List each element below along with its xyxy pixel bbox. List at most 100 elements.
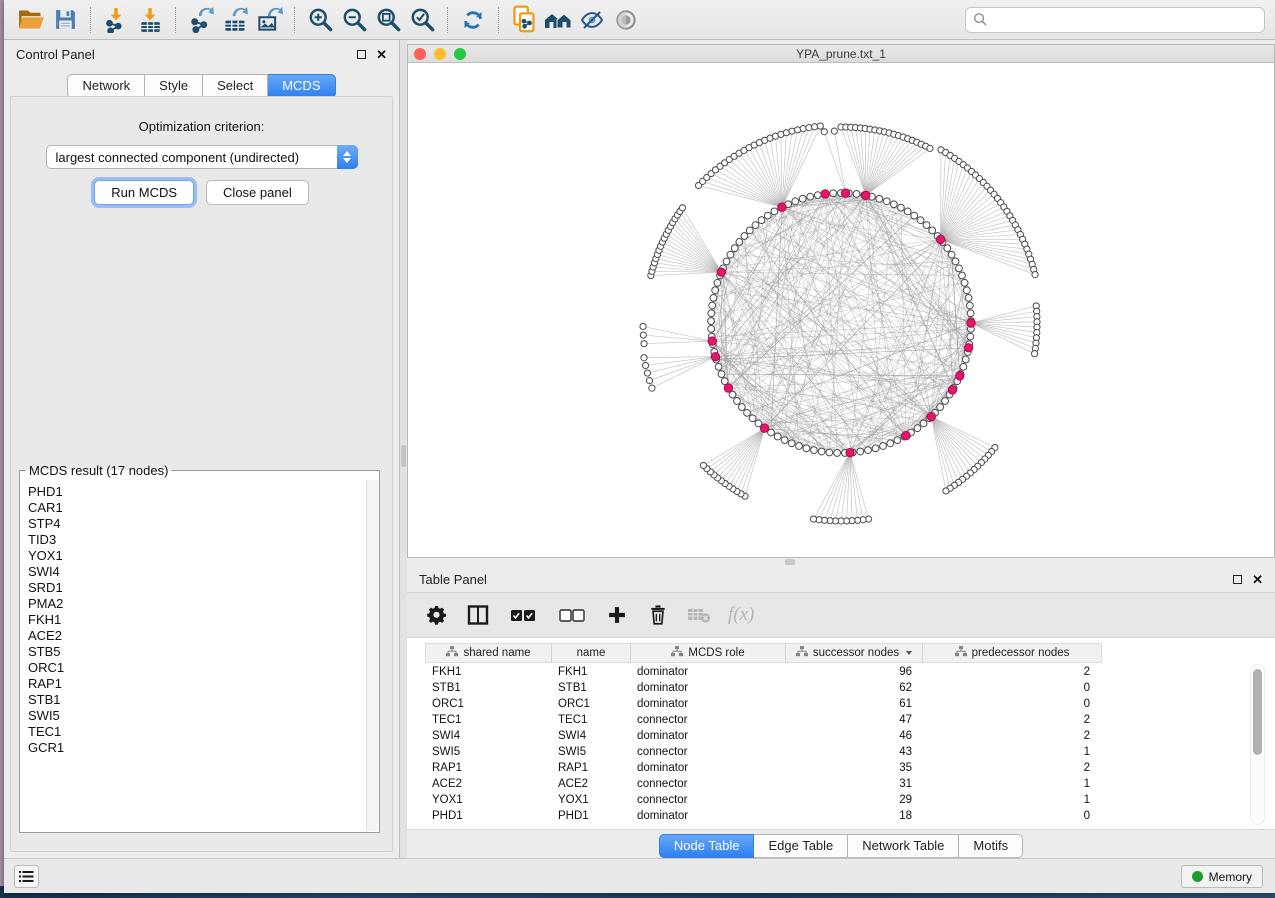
mcds-result-item[interactable]: TID3 <box>28 532 366 548</box>
search-icon <box>973 12 988 27</box>
mcds-result-item[interactable]: SWI4 <box>28 564 366 580</box>
refresh-icon[interactable] <box>456 5 490 35</box>
tab-network[interactable]: Network <box>67 74 145 98</box>
splitter-handle-icon[interactable] <box>401 445 406 467</box>
hide-graphics-details-icon[interactable] <box>575 5 609 35</box>
mcds-result-item[interactable]: GCR1 <box>28 740 366 756</box>
memory-button[interactable]: Memory <box>1181 865 1263 888</box>
split-columns-icon[interactable] <box>466 603 490 627</box>
tab-mcds[interactable]: MCDS <box>268 74 335 98</box>
tab-motifs[interactable]: Motifs <box>959 834 1023 858</box>
mcds-result-item[interactable]: CAR1 <box>28 500 366 516</box>
mcds-result-item[interactable]: PHD1 <box>28 484 366 500</box>
mcds-result-item[interactable]: ORC1 <box>28 660 366 676</box>
network-view-window: YPA_prune.txt_1 <box>407 44 1275 558</box>
cell-mcds_role: dominator <box>630 808 785 824</box>
cell-predecessor_nodes: 0 <box>922 808 1100 824</box>
table-row[interactable]: STB1STB1dominator620 <box>425 680 1100 696</box>
show-graphics-details-icon[interactable] <box>609 5 643 35</box>
table-row[interactable]: FKH1FKH1dominator962 <box>425 664 1100 680</box>
mcds-result-item[interactable]: STB1 <box>28 692 366 708</box>
table-rows: FKH1FKH1dominator962STB1STB1dominator620… <box>425 664 1100 824</box>
mcds-result-item[interactable]: RAP1 <box>28 676 366 692</box>
column-header-name[interactable]: name <box>552 644 631 662</box>
table-row[interactable]: ACE2ACE2connector311 <box>425 776 1100 792</box>
float-table-panel-icon[interactable] <box>1233 575 1242 584</box>
mcds-result-item[interactable]: PMA2 <box>28 596 366 612</box>
add-column-icon[interactable] <box>605 603 629 627</box>
panel-splitter[interactable] <box>400 40 407 858</box>
select-all-icon[interactable] <box>507 603 539 627</box>
open-session-icon[interactable] <box>14 5 48 35</box>
deselect-all-icon[interactable] <box>556 603 588 627</box>
column-header-predecessor_nodes[interactable]: predecessor nodes <box>923 644 1101 662</box>
tab-select[interactable]: Select <box>203 74 268 98</box>
mcds-result-item[interactable]: YOX1 <box>28 548 366 564</box>
table-row[interactable]: RAP1RAP1dominator352 <box>425 760 1100 776</box>
status-bar: Memory <box>4 858 1275 893</box>
zoom-out-icon[interactable] <box>337 5 371 35</box>
import-network-icon[interactable] <box>99 5 133 35</box>
save-session-icon[interactable] <box>48 5 82 35</box>
mcds-result-item[interactable]: SRD1 <box>28 580 366 596</box>
gear-icon[interactable] <box>425 603 449 627</box>
close-panel-button[interactable]: Close panel <box>206 180 309 205</box>
close-table-panel-icon[interactable]: ✕ <box>1252 573 1263 586</box>
cell-name: YOX1 <box>551 792 630 808</box>
close-panel-icon[interactable]: ✕ <box>376 48 387 61</box>
table-row[interactable]: TEC1TEC1connector472 <box>425 712 1100 728</box>
zoom-fit-icon[interactable] <box>371 5 405 35</box>
export-image-icon[interactable] <box>252 5 286 35</box>
mcds-result-item[interactable]: ACE2 <box>28 628 366 644</box>
export-network-icon[interactable] <box>184 5 218 35</box>
table-panel-header: Table Panel ✕ <box>407 565 1275 593</box>
criterion-dropdown[interactable]: largest connected component (undirected) <box>46 145 358 169</box>
mcds-result-item[interactable]: STB5 <box>28 644 366 660</box>
zoom-selected-icon[interactable] <box>405 5 439 35</box>
column-type-icon <box>671 646 683 660</box>
criterion-dropdown-value: largest connected component (undirected) <box>56 150 300 165</box>
column-type-icon <box>955 646 967 660</box>
zoom-in-icon[interactable] <box>303 5 337 35</box>
column-header-shared_name[interactable]: shared name <box>426 644 552 662</box>
cell-mcds_role: dominator <box>630 728 785 744</box>
mcds-result-item[interactable]: SWI5 <box>28 708 366 724</box>
export-table-icon[interactable] <box>218 5 252 35</box>
share-document-icon[interactable] <box>507 5 541 35</box>
delete-column-icon[interactable] <box>646 603 670 627</box>
float-panel-icon[interactable] <box>357 50 366 59</box>
node-table: shared name name MCDS rolesuccessor nodesp… <box>407 638 1275 830</box>
table-scrollbar[interactable] <box>1250 664 1265 825</box>
column-header-successor_nodes[interactable]: successor nodes <box>786 644 923 662</box>
table-row[interactable]: PHD1PHD1dominator180 <box>425 808 1100 824</box>
mcds-list-scrollbar[interactable] <box>366 480 378 831</box>
mcds-result-item[interactable]: FKH1 <box>28 612 366 628</box>
delete-table-icon[interactable] <box>687 603 711 627</box>
cell-shared_name: SWI5 <box>425 744 551 760</box>
table-row[interactable]: SWI4SWI4dominator462 <box>425 728 1100 744</box>
cell-successor_nodes: 47 <box>785 712 922 728</box>
table-row[interactable]: ORC1ORC1dominator610 <box>425 696 1100 712</box>
table-tabs: Node TableEdge TableNetwork TableMotifs <box>407 833 1275 858</box>
task-history-button[interactable] <box>14 865 39 888</box>
tab-node-table[interactable]: Node Table <box>659 834 755 858</box>
table-scrollbar-thumb[interactable] <box>1253 669 1262 755</box>
table-row[interactable]: YOX1YOX1connector291 <box>425 792 1100 808</box>
tab-network-table[interactable]: Network Table <box>848 834 959 858</box>
function-builder-icon[interactable]: f(x) <box>728 604 754 626</box>
table-row[interactable]: SWI5SWI5connector431 <box>425 744 1100 760</box>
cell-name: TEC1 <box>551 712 630 728</box>
import-table-icon[interactable] <box>133 5 167 35</box>
search-input[interactable] <box>993 13 1257 27</box>
first-neighbors-icon[interactable] <box>541 5 575 35</box>
run-mcds-button[interactable]: Run MCDS <box>94 180 194 205</box>
tab-style[interactable]: Style <box>145 74 203 98</box>
cell-predecessor_nodes: 0 <box>922 680 1100 696</box>
tab-edge-table[interactable]: Edge Table <box>754 834 848 858</box>
network-graph-canvas[interactable] <box>408 63 1274 557</box>
mcds-result-item[interactable]: STP4 <box>28 516 366 532</box>
column-header-mcds_role[interactable]: MCDS role <box>631 644 786 662</box>
mcds-result-item[interactable]: TEC1 <box>28 724 366 740</box>
column-label: name <box>577 647 606 659</box>
cell-shared_name: RAP1 <box>425 760 551 776</box>
